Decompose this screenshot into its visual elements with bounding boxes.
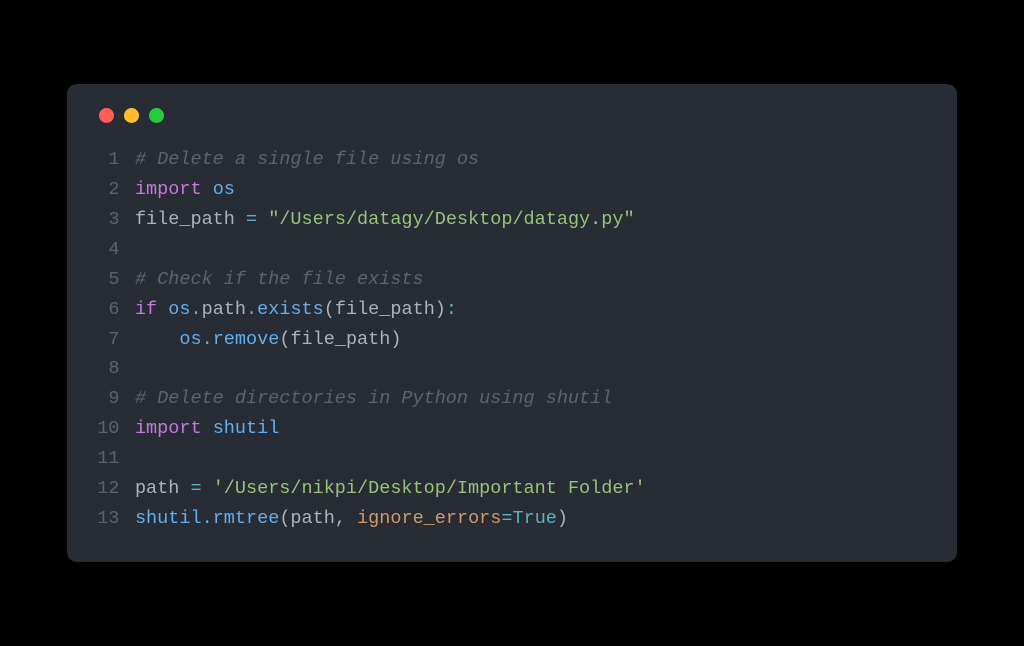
token-nm: os bbox=[168, 299, 190, 320]
token-op: . bbox=[191, 299, 202, 320]
token-c: path bbox=[135, 478, 191, 499]
token-op: = bbox=[190, 478, 201, 499]
line-number: 10 bbox=[95, 414, 119, 444]
token-cm: # Check if the file exists bbox=[135, 269, 424, 290]
token-st: "/Users/datagy/Desktop/datagy.py" bbox=[268, 209, 634, 230]
line-content: path = '/Users/nikpi/Desktop/Important F… bbox=[135, 474, 646, 504]
token-op: . bbox=[202, 508, 213, 529]
token-pa: ignore_errors bbox=[357, 508, 501, 529]
token-op: . bbox=[202, 329, 213, 350]
line-content: # Check if the file exists bbox=[135, 265, 424, 295]
token-c: ) bbox=[435, 299, 446, 320]
line-content: # Delete directories in Python using shu… bbox=[135, 384, 612, 414]
token-c bbox=[135, 329, 179, 350]
token-c bbox=[202, 478, 213, 499]
line-content: import shutil bbox=[135, 414, 279, 444]
token-c: ) bbox=[390, 329, 401, 350]
token-c bbox=[202, 179, 213, 200]
line-content: os.remove(file_path) bbox=[135, 325, 402, 355]
token-c: file_path bbox=[290, 329, 390, 350]
token-c: ( bbox=[279, 329, 290, 350]
line-number: 2 bbox=[95, 175, 119, 205]
code-window: 1 # Delete a single file using os 2 import … bbox=[67, 84, 957, 563]
token-kw: if bbox=[135, 299, 157, 320]
line-content: # Delete a single file using os bbox=[135, 145, 479, 175]
line-content: if os.path.exists(file_path): bbox=[135, 295, 457, 325]
token-kw: import bbox=[135, 418, 202, 439]
token-nm: shutil bbox=[213, 418, 280, 439]
minimize-icon[interactable] bbox=[124, 108, 139, 123]
token-c: file_path bbox=[335, 299, 435, 320]
line-number: 12 bbox=[95, 474, 119, 504]
line-number: 3 bbox=[95, 205, 119, 235]
code-line: 4 bbox=[95, 235, 929, 265]
token-nm: os bbox=[179, 329, 201, 350]
token-c: ( bbox=[324, 299, 335, 320]
token-c: ) bbox=[557, 508, 568, 529]
code-line: 10 import shutil bbox=[95, 414, 929, 444]
code-block: 1 # Delete a single file using os 2 import … bbox=[95, 145, 929, 535]
code-line: 12 path = '/Users/nikpi/Desktop/Important… bbox=[95, 474, 929, 504]
token-op: = bbox=[246, 209, 257, 230]
token-nm: exists bbox=[257, 299, 324, 320]
window-titlebar bbox=[95, 108, 929, 123]
line-content: shutil.rmtree(path, ignore_errors=True) bbox=[135, 504, 568, 534]
token-cm: # Delete a single file using os bbox=[135, 149, 479, 170]
token-nm: shutil bbox=[135, 508, 202, 529]
token-c bbox=[257, 209, 268, 230]
code-line: 13 shutil.rmtree(path, ignore_errors=True… bbox=[95, 504, 929, 534]
token-c: , bbox=[335, 508, 357, 529]
code-line: 11 bbox=[95, 444, 929, 474]
code-line: 2 import os bbox=[95, 175, 929, 205]
line-number: 13 bbox=[95, 504, 119, 534]
token-c: path bbox=[290, 508, 334, 529]
line-number: 8 bbox=[95, 354, 119, 384]
code-line: 6if os.path.exists(file_path): bbox=[95, 295, 929, 325]
line-number: 4 bbox=[95, 235, 119, 265]
token-nm: rmtree bbox=[213, 508, 280, 529]
code-line: 7 os.remove(file_path) bbox=[95, 325, 929, 355]
token-c bbox=[157, 299, 168, 320]
line-content: file_path = "/Users/datagy/Desktop/datag… bbox=[135, 205, 635, 235]
line-number: 11 bbox=[95, 444, 119, 474]
token-c: path bbox=[202, 299, 246, 320]
maximize-icon[interactable] bbox=[149, 108, 164, 123]
token-c bbox=[202, 418, 213, 439]
line-number: 5 bbox=[95, 265, 119, 295]
line-number: 9 bbox=[95, 384, 119, 414]
token-st: '/Users/nikpi/Desktop/Important Folder' bbox=[213, 478, 646, 499]
token-bl: True bbox=[513, 508, 557, 529]
token-nm: remove bbox=[213, 329, 280, 350]
line-content: import os bbox=[135, 175, 235, 205]
token-op: = bbox=[501, 508, 512, 529]
token-c: file_path bbox=[135, 209, 246, 230]
token-op: . bbox=[246, 299, 257, 320]
close-icon[interactable] bbox=[99, 108, 114, 123]
line-number: 1 bbox=[95, 145, 119, 175]
code-line: 8 bbox=[95, 354, 929, 384]
line-number: 7 bbox=[95, 325, 119, 355]
token-kw: import bbox=[135, 179, 202, 200]
token-op: : bbox=[446, 299, 457, 320]
token-c: ( bbox=[279, 508, 290, 529]
code-line: 1 # Delete a single file using os bbox=[95, 145, 929, 175]
code-line: 3 file_path = "/Users/datagy/Desktop/data… bbox=[95, 205, 929, 235]
line-number: 6 bbox=[95, 295, 119, 325]
token-cm: # Delete directories in Python using shu… bbox=[135, 388, 612, 409]
code-line: 5 # Check if the file exists bbox=[95, 265, 929, 295]
token-nm: os bbox=[213, 179, 235, 200]
code-line: 9 # Delete directories in Python using sh… bbox=[95, 384, 929, 414]
